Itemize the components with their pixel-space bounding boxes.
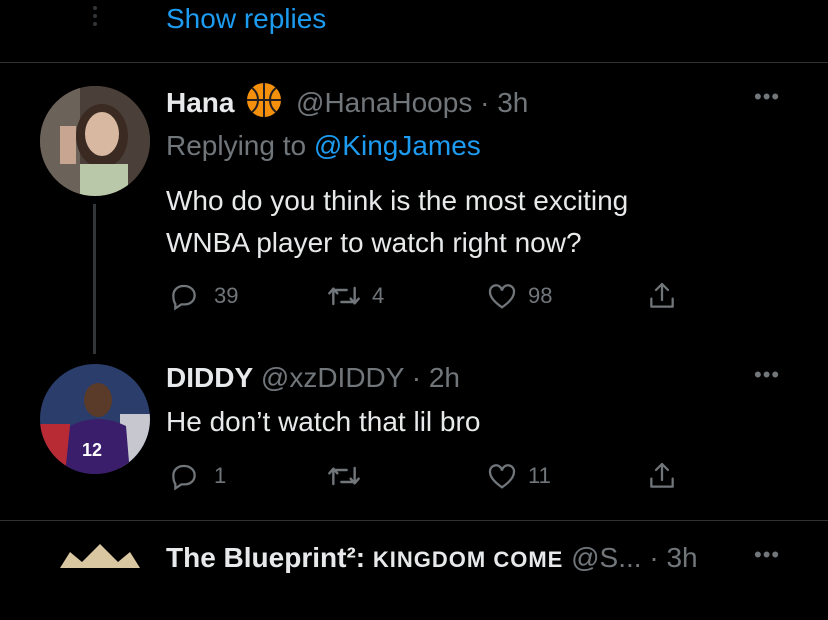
tweet3-author-name-caps[interactable]: KINGDOM COME — [373, 547, 563, 572]
tweet2-handle[interactable]: @xzDIDDY — [261, 362, 404, 393]
show-replies-link[interactable]: Show replies — [166, 2, 326, 36]
avatar-hana[interactable] — [40, 86, 150, 196]
heart-icon — [488, 284, 516, 309]
tweet2-author-name[interactable]: DIDDY — [166, 362, 253, 393]
tweet1-text: Who do you think is the most exciting WN… — [166, 180, 628, 264]
tweet2-text: He don’t watch that lil bro — [166, 406, 481, 437]
tweet2-time[interactable]: 2h — [429, 362, 460, 393]
basketball-emoji-icon — [246, 82, 282, 127]
tweet1-like-button[interactable]: 98 — [486, 280, 552, 312]
avatar-blueprint[interactable] — [60, 540, 140, 620]
tweet2-share-button[interactable] — [646, 460, 678, 492]
tweet1-more-icon[interactable]: ••• — [754, 84, 780, 110]
replying-to-label: Replying to — [166, 130, 307, 161]
tweet1-reply-button[interactable]: 39 — [168, 280, 238, 312]
avatar-hana-image — [40, 86, 150, 196]
svg-text:12: 12 — [82, 440, 102, 460]
tweet3-header: The Blueprint²: KINGDOM COME @S... · 3h — [166, 540, 756, 578]
tweet2-like-count: 11 — [528, 463, 551, 488]
tweet1-header: Hana @HanaHoops · 3h — [166, 82, 528, 127]
crown-icon — [60, 544, 140, 568]
divider-top — [0, 62, 828, 63]
retweet-icon — [328, 466, 360, 486]
tweet2-retweet-button[interactable] — [326, 460, 372, 492]
tweet1-text-line1: Who do you think is the most exciting — [166, 185, 629, 216]
tweet1-replying-to: Replying to @KingJames — [166, 128, 481, 164]
reply-icon — [172, 464, 196, 491]
tweet1-retweet-button[interactable]: 4 — [326, 280, 384, 312]
thread-connector-line — [93, 204, 96, 354]
tweet2-like-button[interactable]: 11 — [486, 460, 551, 492]
retweet-icon — [328, 286, 360, 306]
tweet2-reply-count: 1 — [214, 463, 227, 488]
tweet1-share-button[interactable] — [646, 280, 678, 312]
tweet1-like-count: 98 — [528, 283, 553, 308]
tweet3-more-icon[interactable]: ••• — [754, 542, 780, 568]
share-icon — [650, 282, 674, 308]
avatar-diddy-image: 12 — [40, 364, 150, 474]
tweet1-dot: · — [480, 87, 490, 118]
tweet3-handle[interactable]: @S... — [571, 542, 641, 573]
tweet1-text-line2: WNBA player to watch right now? — [166, 227, 582, 258]
tweet2-more-icon[interactable]: ••• — [754, 362, 780, 388]
tweet1-author-name[interactable]: Hana — [166, 87, 234, 118]
avatar-diddy[interactable]: 12 — [40, 364, 150, 474]
replying-to-handle[interactable]: @KingJames — [314, 130, 481, 161]
tweet3-author-name[interactable]: The Blueprint²: — [166, 542, 373, 573]
share-icon — [650, 462, 674, 488]
tweet1-retweet-count: 4 — [372, 283, 385, 308]
reply-icon — [172, 284, 196, 311]
heart-icon — [488, 464, 516, 489]
tweet2-dot: · — [411, 362, 422, 393]
tweet3-dot: · — [649, 542, 659, 573]
divider-bottom — [0, 520, 828, 521]
tweet2-header: DIDDY @xzDIDDY · 2h — [166, 360, 460, 396]
tweet1-time[interactable]: 3h — [497, 87, 528, 118]
tweet1-handle[interactable]: @HanaHoops — [296, 87, 472, 118]
thread-dots-icon — [88, 2, 102, 36]
tweet3-time[interactable]: 3h — [666, 542, 697, 573]
tweet2-reply-button[interactable]: 1 — [168, 460, 226, 492]
tweet1-reply-count: 39 — [214, 283, 239, 308]
